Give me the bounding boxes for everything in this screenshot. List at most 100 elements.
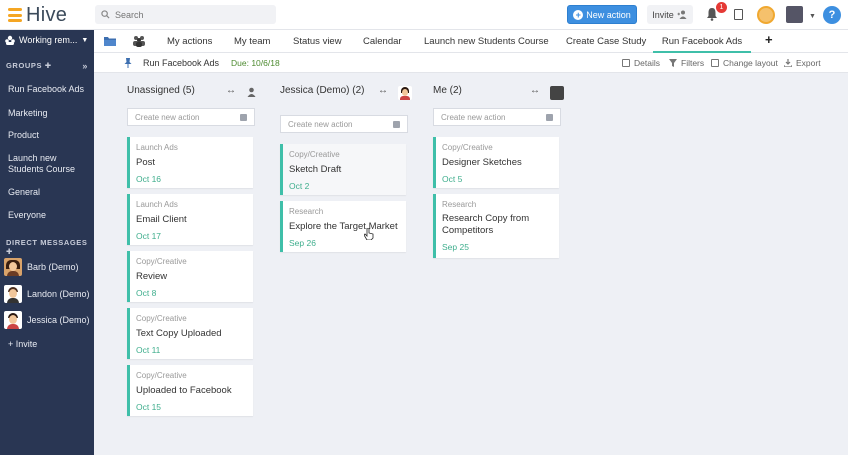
direct-messages-heading[interactable]: DIRECT MESSAGES ✚ [6,238,94,256]
hive-logo[interactable]: Hive [8,4,67,26]
card-category: Research [289,207,324,216]
card-title: Review [136,271,168,282]
project-due-date[interactable]: Due: 10/6/18 [231,58,280,68]
add-group-icon[interactable]: ✚ [45,61,52,70]
card-title: Sketch Draft [289,164,342,175]
details-button[interactable]: Details [622,58,660,68]
team-icon[interactable] [132,35,146,47]
invite-link[interactable]: + Invite [8,339,37,349]
card-title: Email Client [136,214,187,225]
notification-badge: 1 [716,2,727,13]
dm-label: Barb (Demo) [27,262,79,272]
invite-label: Invite [652,9,674,20]
options-icon[interactable] [546,114,553,121]
action-card[interactable]: Launch Ads Email Client Oct 17 [127,194,253,245]
create-action-placeholder: Create new action [135,113,200,122]
card-title: Research Copy from Competitors [442,213,530,236]
workspace-icon [5,35,15,45]
card-due-date: Sep 25 [442,242,469,252]
export-icon [784,59,792,67]
plus-icon: + [573,9,584,20]
direct-messages-label: DIRECT MESSAGES [6,238,88,247]
card-category: Launch Ads [136,143,178,152]
avatar [4,285,22,303]
card-title: Post [136,157,156,168]
create-action-placeholder: Create new action [441,113,506,122]
chevron-down-icon[interactable]: ▼ [809,13,816,20]
tab-run-facebook-ads[interactable]: Run Facebook Ads [653,30,751,53]
chevron-down-icon: ▼ [81,36,89,44]
layout-icon [711,59,719,67]
filters-button[interactable]: Filters [669,58,704,68]
sidebar-item-general[interactable]: General [8,187,40,198]
column-title-me: Me (2) [433,85,462,96]
invite-button[interactable]: Invite [647,5,693,24]
sidebar-item-launch-new-students-course[interactable]: Launch new Students Course [8,153,83,175]
action-card[interactable]: Research Research Copy from Competitors … [433,194,559,258]
tab-calendar[interactable]: Calendar [363,30,402,53]
action-card[interactable]: Copy/Creative Designer Sketches Oct 5 [433,137,559,188]
search-box[interactable] [95,5,276,24]
sidebar-item-marketing[interactable]: Marketing [8,108,48,119]
action-card[interactable]: Copy/Creative Uploaded to Facebook Oct 1… [127,365,253,416]
details-icon [622,59,630,67]
card-due-date: Oct 2 [289,181,310,191]
resize-arrows-icon[interactable]: ↔ [530,85,540,96]
tab-create-case-study[interactable]: Create Case Study [566,30,646,53]
options-icon[interactable] [240,114,247,121]
groups-heading-label: GROUPS [6,61,43,70]
filters-label: Filters [681,58,705,68]
sidebar-item-everyone[interactable]: Everyone [8,210,46,221]
resize-arrows-icon[interactable]: ↔ [378,85,388,96]
action-card[interactable]: Copy/Creative Review Oct 8 [127,251,253,302]
tab-my-actions[interactable]: My actions [167,30,212,53]
dm-item-barb[interactable]: Barb (Demo) [4,258,79,276]
tab-status-view[interactable]: Status view [293,30,342,53]
dm-item-landon[interactable]: Landon (Demo) [4,285,90,303]
folder-icon[interactable] [103,35,117,47]
project-title: Run Facebook Ads [143,58,220,68]
help-button[interactable]: ? [823,6,841,24]
workspace-name: Working rem... [19,35,78,45]
user-icon[interactable] [247,87,256,97]
search-icon [101,10,110,19]
new-action-label: New action [586,9,631,20]
change-layout-button[interactable]: Change layout [711,58,778,68]
options-icon[interactable] [393,121,400,128]
card-due-date: Oct 15 [136,402,162,412]
workspace-selector[interactable]: Working rem... ▼ [5,35,88,45]
add-dm-icon[interactable]: ✚ [6,247,13,256]
tab-launch-new-students-course[interactable]: Launch new Students Course [424,30,549,53]
card-category: Copy/Creative [136,371,187,380]
export-button[interactable]: Export [784,58,821,68]
sidebar-item-product[interactable]: Product [8,130,39,141]
export-label: Export [796,58,821,68]
pin-icon[interactable] [124,58,132,68]
user-avatar[interactable] [786,6,803,23]
create-action-input-me[interactable]: Create new action [433,108,561,126]
details-label: Details [634,58,660,68]
create-action-input-jessica[interactable]: Create new action [280,115,408,133]
search-input[interactable] [115,9,265,20]
action-card[interactable]: Research Explore the Target Market Sep 2… [280,201,406,252]
dm-item-jessica[interactable]: Jessica (Demo) [4,311,90,329]
top-bar: Hive + New action Invite 1 ▼ ? [0,0,848,30]
action-card[interactable]: Copy/Creative Sketch Draft Oct 2 [280,144,406,195]
tab-my-team[interactable]: My team [234,30,270,53]
add-user-icon [677,10,687,19]
app-name: Hive [26,3,68,26]
timer-icon[interactable] [757,6,775,24]
action-card[interactable]: Launch Ads Post Oct 16 [127,137,253,188]
document-icon[interactable] [734,9,743,20]
avatar[interactable] [550,86,564,100]
groups-heading[interactable]: GROUPS ✚ » [6,61,90,71]
action-card[interactable]: Copy/Creative Text Copy Uploaded Oct 11 [127,308,253,359]
add-tab-icon[interactable]: + [765,32,773,47]
resize-arrows-icon[interactable]: ↔ [226,85,236,96]
new-action-button[interactable]: + New action [567,5,637,24]
card-due-date: Oct 17 [136,231,162,241]
sidebar-item-run-facebook-ads[interactable]: Run Facebook Ads [8,84,84,95]
create-action-input-unassigned[interactable]: Create new action [127,108,255,126]
collapse-sidebar-icon[interactable]: » [82,61,88,71]
avatar[interactable] [398,86,412,100]
